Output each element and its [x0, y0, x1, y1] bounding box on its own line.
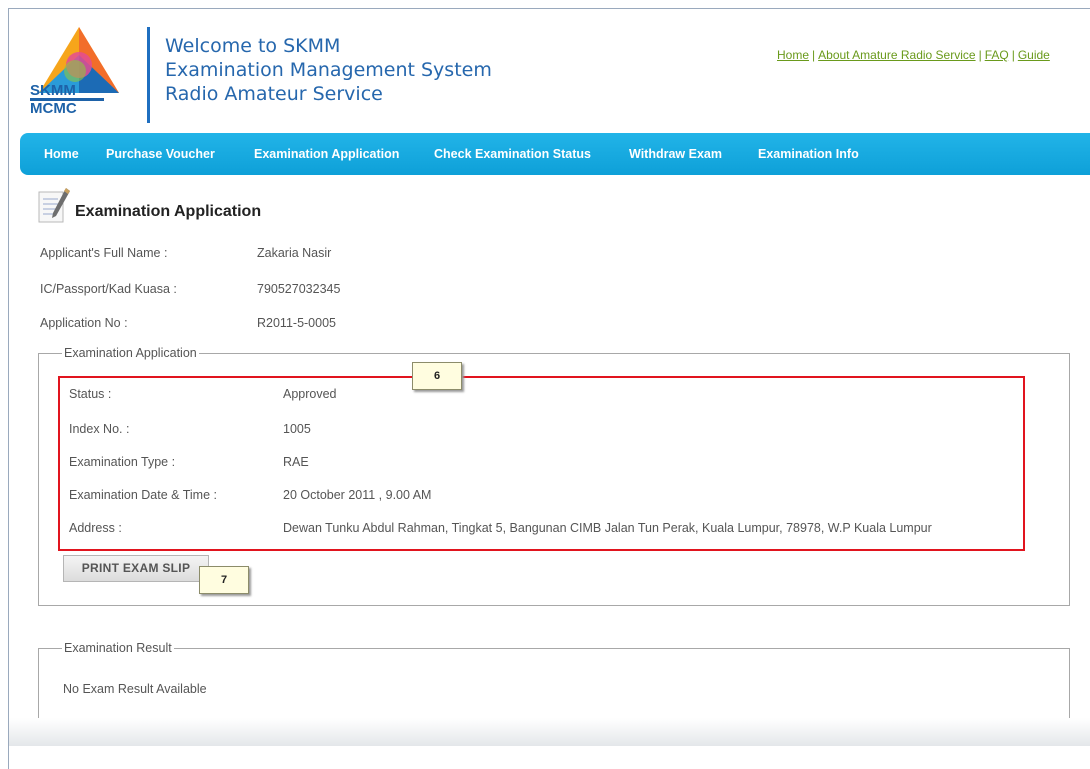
- ic-value: 790527032345: [257, 282, 341, 296]
- link-separator: |: [978, 48, 982, 62]
- link-separator: |: [1011, 48, 1015, 62]
- highlight-box: [58, 376, 1025, 551]
- title-line-3: Radio Amateur Service: [165, 83, 383, 105]
- applicant-name-value: Zakaria Nasir: [257, 246, 332, 260]
- top-link-home[interactable]: Home: [777, 48, 809, 62]
- nav-withdraw-exam[interactable]: Withdraw Exam: [629, 147, 722, 161]
- exam-result-legend: Examination Result: [62, 641, 174, 655]
- link-separator: |: [812, 48, 816, 62]
- top-link-faq[interactable]: FAQ: [985, 48, 1009, 62]
- nav-examination-application[interactable]: Examination Application: [254, 147, 399, 161]
- top-link-guide[interactable]: Guide: [1018, 48, 1050, 62]
- nav-home[interactable]: Home: [44, 147, 79, 161]
- title-line-1: Welcome to SKMM: [165, 35, 341, 57]
- print-exam-slip-button[interactable]: PRINT EXAM SLIP: [63, 555, 209, 582]
- callout-7: 7: [199, 566, 249, 594]
- top-links: Home | About Amature Radio Service | FAQ | Gui…: [777, 48, 1050, 62]
- applicant-name-label: Applicant's Full Name :: [40, 246, 168, 260]
- nav-purchase-voucher[interactable]: Purchase Voucher: [106, 147, 215, 161]
- document-edit-icon: [38, 188, 70, 223]
- logo-line-mcmc: MCMC: [30, 100, 77, 117]
- exam-application-legend: Examination Application: [62, 346, 199, 360]
- application-no-value: R2011-5-0005: [257, 316, 336, 330]
- title-line-2: Examination Management System: [165, 59, 492, 81]
- site-title: Welcome to SKMM Examination Management S…: [165, 34, 492, 106]
- logo-text: SKMM MCMC: [30, 82, 104, 117]
- exam-result-message: No Exam Result Available: [63, 682, 207, 696]
- nav-examination-info[interactable]: Examination Info: [758, 147, 859, 161]
- ic-label: IC/Passport/Kad Kuasa :: [40, 282, 177, 296]
- main-nav: Home Purchase Voucher Examination Applic…: [20, 133, 1090, 175]
- callout-6: 6: [412, 362, 462, 390]
- nav-check-examination-status[interactable]: Check Examination Status: [434, 147, 591, 161]
- application-no-label: Application No :: [40, 316, 128, 330]
- header-divider: [147, 27, 150, 123]
- bottom-shadow: [9, 718, 1090, 746]
- logo-line-skmm: SKMM: [30, 82, 76, 99]
- top-link-about[interactable]: About Amature Radio Service: [818, 48, 975, 62]
- page-title: Examination Application: [75, 203, 262, 220]
